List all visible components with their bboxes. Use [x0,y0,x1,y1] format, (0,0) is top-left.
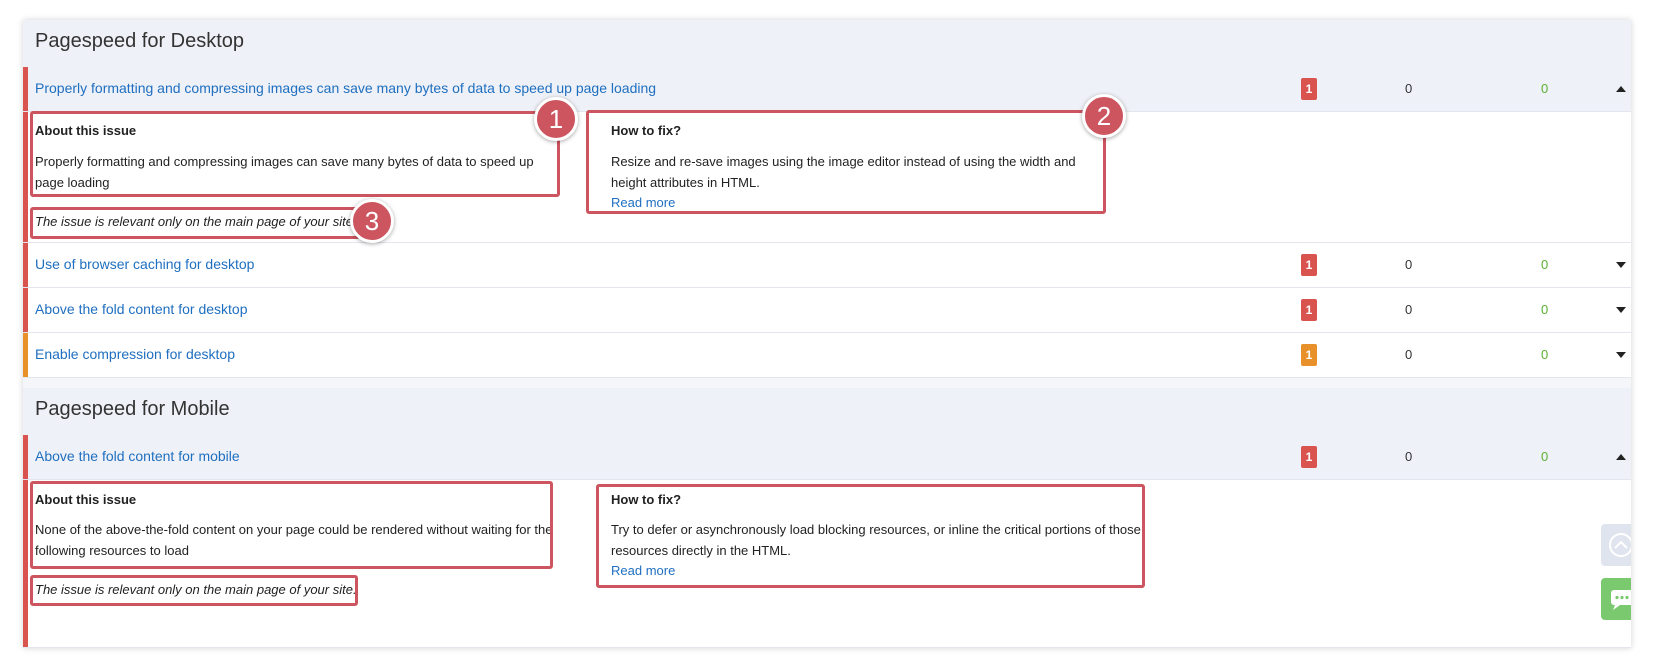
caret-up-icon[interactable] [1613,449,1629,465]
issue-scope-note: The issue is relevant only on the main p… [35,582,357,597]
chat-icon [1611,590,1631,610]
caret-up-icon[interactable] [1613,81,1629,97]
issue-scope-note: The issue is relevant only on the main p… [35,214,357,229]
warning-count: 0 [1405,449,1413,464]
warning-count: 0 [1405,81,1413,96]
issue-title-link[interactable]: Properly formatting and compressing imag… [35,80,656,96]
severity-stripe-error [23,67,28,111]
chat-button[interactable] [1601,578,1631,620]
passed-count: 0 [1541,257,1549,272]
warning-count: 0 [1405,257,1413,272]
about-issue-text: None of the above-the-fold content on yo… [35,522,553,558]
issue-row-above-fold-mobile[interactable]: Above the fold content for mobile 1 0 0 [23,435,1631,480]
issue-title-link[interactable]: Above the fold content for desktop [35,301,247,317]
issue-row-above-fold-desktop[interactable]: Above the fold content for desktop 1 0 0 [23,288,1631,333]
severity-stripe-warning [23,333,28,377]
warning-count: 0 [1405,302,1413,317]
severity-stripe-error [23,243,28,287]
issue-detail-above-fold-mobile: About this issue None of the above-the-f… [23,480,1631,648]
passed-count: 0 [1541,347,1549,362]
issue-row-image-compression[interactable]: Properly formatting and compressing imag… [23,67,1631,112]
annotation-marker-2: 2 [1082,94,1126,138]
about-issue-heading: About this issue [35,123,137,138]
passed-count: 0 [1541,449,1549,464]
passed-count: 0 [1541,81,1549,96]
error-count-badge: 1 [1301,254,1317,276]
issue-row-browser-caching[interactable]: Use of browser caching for desktop 1 0 0 [23,243,1631,288]
annotation-marker-3: 3 [350,199,394,243]
issue-title-link[interactable]: Above the fold content for mobile [35,448,240,464]
annotation-marker-1: 1 [534,97,578,141]
how-to-fix-text: Try to defer or asynchronously load bloc… [611,522,1141,558]
issue-detail-image-compression: About this issue Properly formatting and… [23,112,1631,243]
severity-stripe-error [23,288,28,332]
about-issue-heading: About this issue [35,492,137,507]
error-count-badge: 1 [1301,446,1317,468]
issue-row-compression-desktop[interactable]: Enable compression for desktop 1 0 0 [23,333,1631,378]
issue-title-link[interactable]: Enable compression for desktop [35,346,235,362]
report-panel: Pagespeed for Desktop Properly formattin… [23,20,1631,648]
how-to-fix-heading: How to fix? [611,492,682,507]
issue-title-link[interactable]: Use of browser caching for desktop [35,256,254,272]
read-more-link[interactable]: Read more [611,563,675,578]
error-count-badge: 1 [1301,78,1317,100]
severity-stripe-error [23,435,28,479]
about-issue-text: Properly formatting and compressing imag… [35,154,534,190]
caret-down-icon[interactable] [1613,257,1629,273]
mobile-section-header: Pagespeed for Mobile [23,388,1631,438]
desktop-section-title: Pagespeed for Desktop [35,30,245,52]
severity-stripe-error [23,480,28,647]
scroll-to-top-button[interactable] [1601,524,1631,566]
error-count-badge: 1 [1301,299,1317,321]
how-to-fix-text: Resize and re-save images using the imag… [611,154,1076,190]
mobile-section-title: Pagespeed for Mobile [35,398,230,420]
chevron-up-circle-icon [1609,533,1631,557]
warning-count-badge: 1 [1301,344,1317,366]
caret-down-icon[interactable] [1613,347,1629,363]
caret-down-icon[interactable] [1613,302,1629,318]
how-to-fix-heading: How to fix? [611,123,682,138]
passed-count: 0 [1541,302,1549,317]
desktop-section-header: Pagespeed for Desktop [23,20,1631,70]
read-more-link[interactable]: Read more [611,195,675,210]
warning-count: 0 [1405,347,1413,362]
severity-stripe-error [23,112,28,242]
